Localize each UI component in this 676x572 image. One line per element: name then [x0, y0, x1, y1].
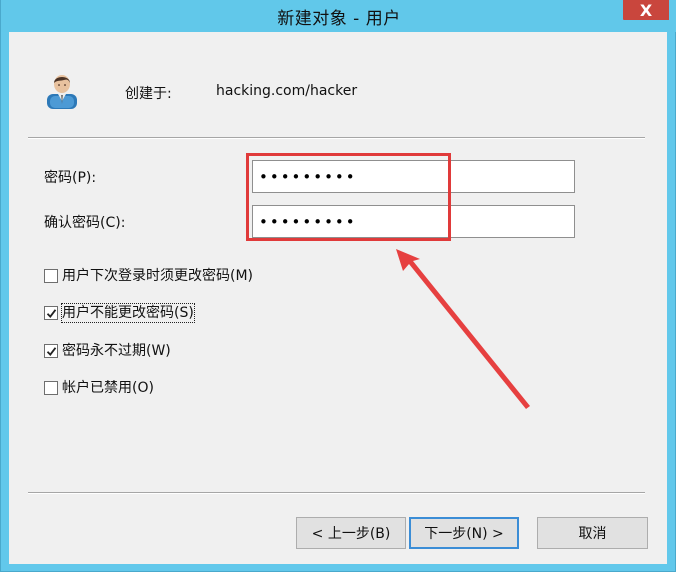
dialog-body: 创建于: hacking.com/hacker 密码(P): 确认密码(C): …: [9, 32, 667, 564]
checkmark-icon: [46, 346, 56, 356]
annotation-highlight-box: [246, 153, 451, 241]
title-bar[interactable]: 新建对象 - 用户 X: [1, 0, 676, 32]
option-password-never-expires[interactable]: 密码永不过期(W): [44, 342, 171, 360]
checkbox-change-at-next-logon[interactable]: [44, 269, 58, 283]
confirm-password-label: 确认密码(C):: [44, 215, 126, 231]
close-icon: X: [639, 0, 653, 20]
option-cannot-change-password[interactable]: 用户不能更改密码(S): [44, 303, 195, 323]
back-button[interactable]: < 上一步(B): [296, 517, 406, 549]
cancel-button[interactable]: 取消: [537, 517, 648, 549]
option-label: 用户下次登录时须更改密码(M): [62, 268, 254, 284]
annotation-arrow-icon: [396, 249, 530, 409]
checkmark-icon: [46, 308, 56, 318]
password-label: 密码(P):: [44, 170, 97, 186]
next-button[interactable]: 下一步(N) >: [409, 517, 519, 549]
top-divider: [28, 137, 645, 138]
created-in-path: hacking.com/hacker: [216, 83, 358, 99]
created-in-label: 创建于:: [125, 86, 172, 102]
checkbox-cannot-change-password[interactable]: [44, 306, 58, 320]
option-label: 帐户已禁用(O): [62, 380, 154, 396]
new-object-user-window: 新建对象 - 用户 X 创建于: hacking.com/hacker 密码(P…: [0, 0, 676, 572]
bottom-divider: [28, 492, 645, 493]
option-label: 密码永不过期(W): [62, 343, 171, 359]
checkbox-password-never-expires[interactable]: [44, 344, 58, 358]
option-label: 用户不能更改密码(S): [61, 303, 195, 323]
option-account-disabled[interactable]: 帐户已禁用(O): [44, 379, 154, 397]
close-button[interactable]: X: [623, 0, 669, 20]
user-icon: [47, 75, 77, 109]
option-change-at-next-logon[interactable]: 用户下次登录时须更改密码(M): [44, 267, 253, 285]
window-title: 新建对象 - 用户: [277, 9, 401, 29]
checkbox-account-disabled[interactable]: [44, 381, 58, 395]
